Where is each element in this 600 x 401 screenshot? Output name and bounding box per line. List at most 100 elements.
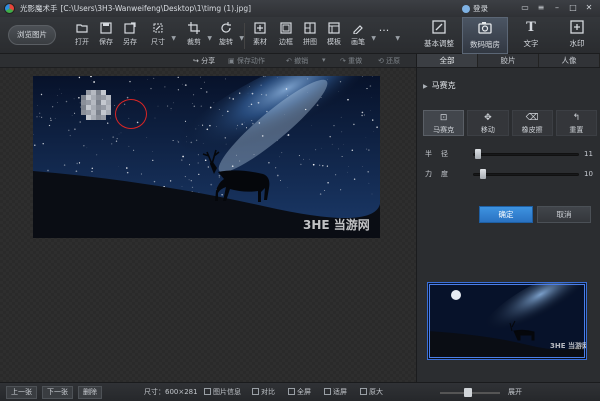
rotate-icon xyxy=(220,21,233,34)
undo-dropdown-icon[interactable]: ▾ xyxy=(322,56,326,64)
radius-slider-track[interactable] xyxy=(473,153,579,156)
previous-image-button[interactable]: 上一张 xyxy=(6,386,37,399)
mosaic-section-header[interactable]: ▶ 马赛克 xyxy=(423,80,456,91)
tab-watermark-label: 水印 xyxy=(569,39,585,48)
move-tool-label: 移动 xyxy=(480,126,495,134)
border-icon xyxy=(280,21,293,34)
status-bar: 上一张 下一张 删除 尺寸：600×281 图片信息 对比 全屏 适屏 原大 展… xyxy=(0,382,600,401)
confirm-button[interactable]: 确定 xyxy=(479,206,533,223)
radius-value: 11 xyxy=(584,150,593,158)
material-label: 素材 xyxy=(253,38,267,46)
more-button[interactable]: ... ▼ xyxy=(372,21,400,51)
strength-slider-handle[interactable] xyxy=(480,169,486,179)
crop-label: 裁剪 xyxy=(187,38,201,46)
material-button[interactable]: 素材 xyxy=(248,21,272,51)
restore-button[interactable]: ⟲ 还原 xyxy=(378,56,400,66)
resize-button[interactable]: 尺寸 ▼ xyxy=(146,21,176,51)
login-button[interactable]: 登录 xyxy=(462,3,488,14)
navigator-preview[interactable]: 3HE 当游网 xyxy=(427,282,587,360)
skin-icon[interactable]: ▭ xyxy=(518,2,532,13)
tab-watermark[interactable]: 水印 xyxy=(554,17,600,54)
move-icon: ✥ xyxy=(484,113,492,123)
zoom-slider-handle[interactable] xyxy=(464,388,472,397)
toolbar-divider xyxy=(244,23,245,49)
filter-category-tabs: 全部 胶片 人像 xyxy=(417,54,600,68)
move-tool-button[interactable]: ✥ 移动 xyxy=(467,110,509,136)
tab-digital-darkroom-label: 数码暗房 xyxy=(470,40,500,49)
radius-slider-handle[interactable] xyxy=(475,149,481,159)
radius-slider-row: 半径 11 xyxy=(425,149,595,159)
save-button[interactable]: 保存 xyxy=(94,21,118,51)
mosaic-tool-label: 马赛克 xyxy=(433,126,455,134)
image-info-button[interactable]: 图片信息 xyxy=(204,387,241,397)
preview-watermark: 3HE 当游网 xyxy=(550,342,587,350)
actual-size-button[interactable]: 原大 xyxy=(360,387,383,397)
eraser-tool-button[interactable]: ⌫ 橡皮擦 xyxy=(511,110,553,136)
brush-label: 画笔 xyxy=(351,38,365,46)
tab-digital-darkroom[interactable]: 数码暗房 xyxy=(462,17,508,54)
brush-cursor-ring xyxy=(115,99,147,129)
rotate-button[interactable]: 旋转 ▼ xyxy=(214,21,244,51)
share-button[interactable]: ↪ 分享 xyxy=(193,56,215,66)
tab-text-label: 文字 xyxy=(523,39,539,48)
text-icon: T xyxy=(526,20,536,35)
actual-size-label: 原大 xyxy=(369,388,383,396)
mosaic-patch xyxy=(81,90,111,120)
strength-slider-track[interactable] xyxy=(473,173,579,176)
file-path: [C:\Users\3H3-Wanweifeng\Desktop\1\timg … xyxy=(60,4,252,13)
edited-photo[interactable]: 3HE 当游网 xyxy=(33,76,380,238)
cancel-button[interactable]: 取消 xyxy=(537,206,591,223)
compare-button[interactable]: 对比 xyxy=(252,387,275,397)
menu-icon[interactable]: ≡ xyxy=(534,2,548,13)
resize-dropdown-icon[interactable]: ▼ xyxy=(171,35,176,42)
rotate-label: 旋转 xyxy=(219,38,233,46)
more-icon: ... xyxy=(378,21,390,34)
delete-button[interactable]: 删除 xyxy=(78,386,102,399)
redo-icon: ↷ xyxy=(340,57,349,65)
minimize-icon[interactable]: – xyxy=(550,2,564,13)
mosaic-tool-button[interactable]: ⊡ 马赛克 xyxy=(423,110,465,136)
crop-dropdown-icon[interactable]: ▼ xyxy=(207,35,212,42)
redo-label: 重做 xyxy=(348,57,363,65)
border-button[interactable]: 边框 xyxy=(274,21,298,51)
tab-all[interactable]: 全部 xyxy=(417,54,478,67)
fit-screen-button[interactable]: 适屏 xyxy=(324,387,347,397)
restore-label: 还原 xyxy=(386,57,401,65)
resize-icon xyxy=(152,21,165,34)
tab-text[interactable]: T 文字 xyxy=(508,17,554,54)
tab-film[interactable]: 胶片 xyxy=(478,54,539,67)
maximize-icon[interactable]: □ xyxy=(566,2,580,13)
title-bar: 光影魔术手 [C:\Users\3H3-Wanweifeng\Desktop\1… xyxy=(0,0,600,17)
tab-basic-adjust-label: 基本调整 xyxy=(424,39,454,48)
photo-watermark: 3HE 当游网 xyxy=(303,218,370,232)
next-image-button[interactable]: 下一张 xyxy=(42,386,73,399)
darkroom-panel: 全部 胶片 人像 ▶ 马赛克 ⊡ 马赛克 ✥ 移动 ⌫ 橡皮擦 ↰ 重置 半径 1… xyxy=(416,54,600,382)
save-as-button[interactable]: 另存 xyxy=(118,21,142,51)
template-label: 模板 xyxy=(327,38,341,46)
window-controls: ▭ ≡ – □ ✕ xyxy=(518,2,596,13)
more-dropdown-icon[interactable]: ▼ xyxy=(395,35,400,42)
undo-button[interactable]: ↶ 撤销 xyxy=(286,56,308,66)
app-name: 光影魔术手 xyxy=(20,4,58,13)
crop-button[interactable]: 裁剪 ▼ xyxy=(182,21,212,51)
fit-screen-label: 适屏 xyxy=(333,388,347,396)
open-button[interactable]: 打开 xyxy=(70,21,94,51)
collage-label: 拼图 xyxy=(303,38,317,46)
browse-images-button[interactable]: 浏览图片 xyxy=(8,25,56,45)
template-button[interactable]: 模板 xyxy=(322,21,346,51)
reset-tool-button[interactable]: ↰ 重置 xyxy=(555,110,597,136)
template-icon xyxy=(328,21,341,34)
unfold-panel-button[interactable]: 展开 xyxy=(508,387,522,397)
collage-button[interactable]: 拼图 xyxy=(298,21,322,51)
redo-button[interactable]: ↷ 重做 xyxy=(340,56,362,66)
brush-button[interactable]: 画笔 ▼ xyxy=(346,21,376,51)
app-logo-icon xyxy=(4,3,15,14)
fullscreen-button[interactable]: 全屏 xyxy=(288,387,311,397)
close-icon[interactable]: ✕ xyxy=(582,2,596,13)
share-icon: ↪ xyxy=(193,57,202,65)
tab-portrait[interactable]: 人像 xyxy=(539,54,600,67)
tab-basic-adjust[interactable]: 基本调整 xyxy=(416,17,462,54)
mosaic-tools: ⊡ 马赛克 ✥ 移动 ⌫ 橡皮擦 ↰ 重置 xyxy=(423,110,597,136)
info-icon xyxy=(204,388,211,395)
save-action-button[interactable]: ▣ 保存动作 xyxy=(228,56,265,66)
